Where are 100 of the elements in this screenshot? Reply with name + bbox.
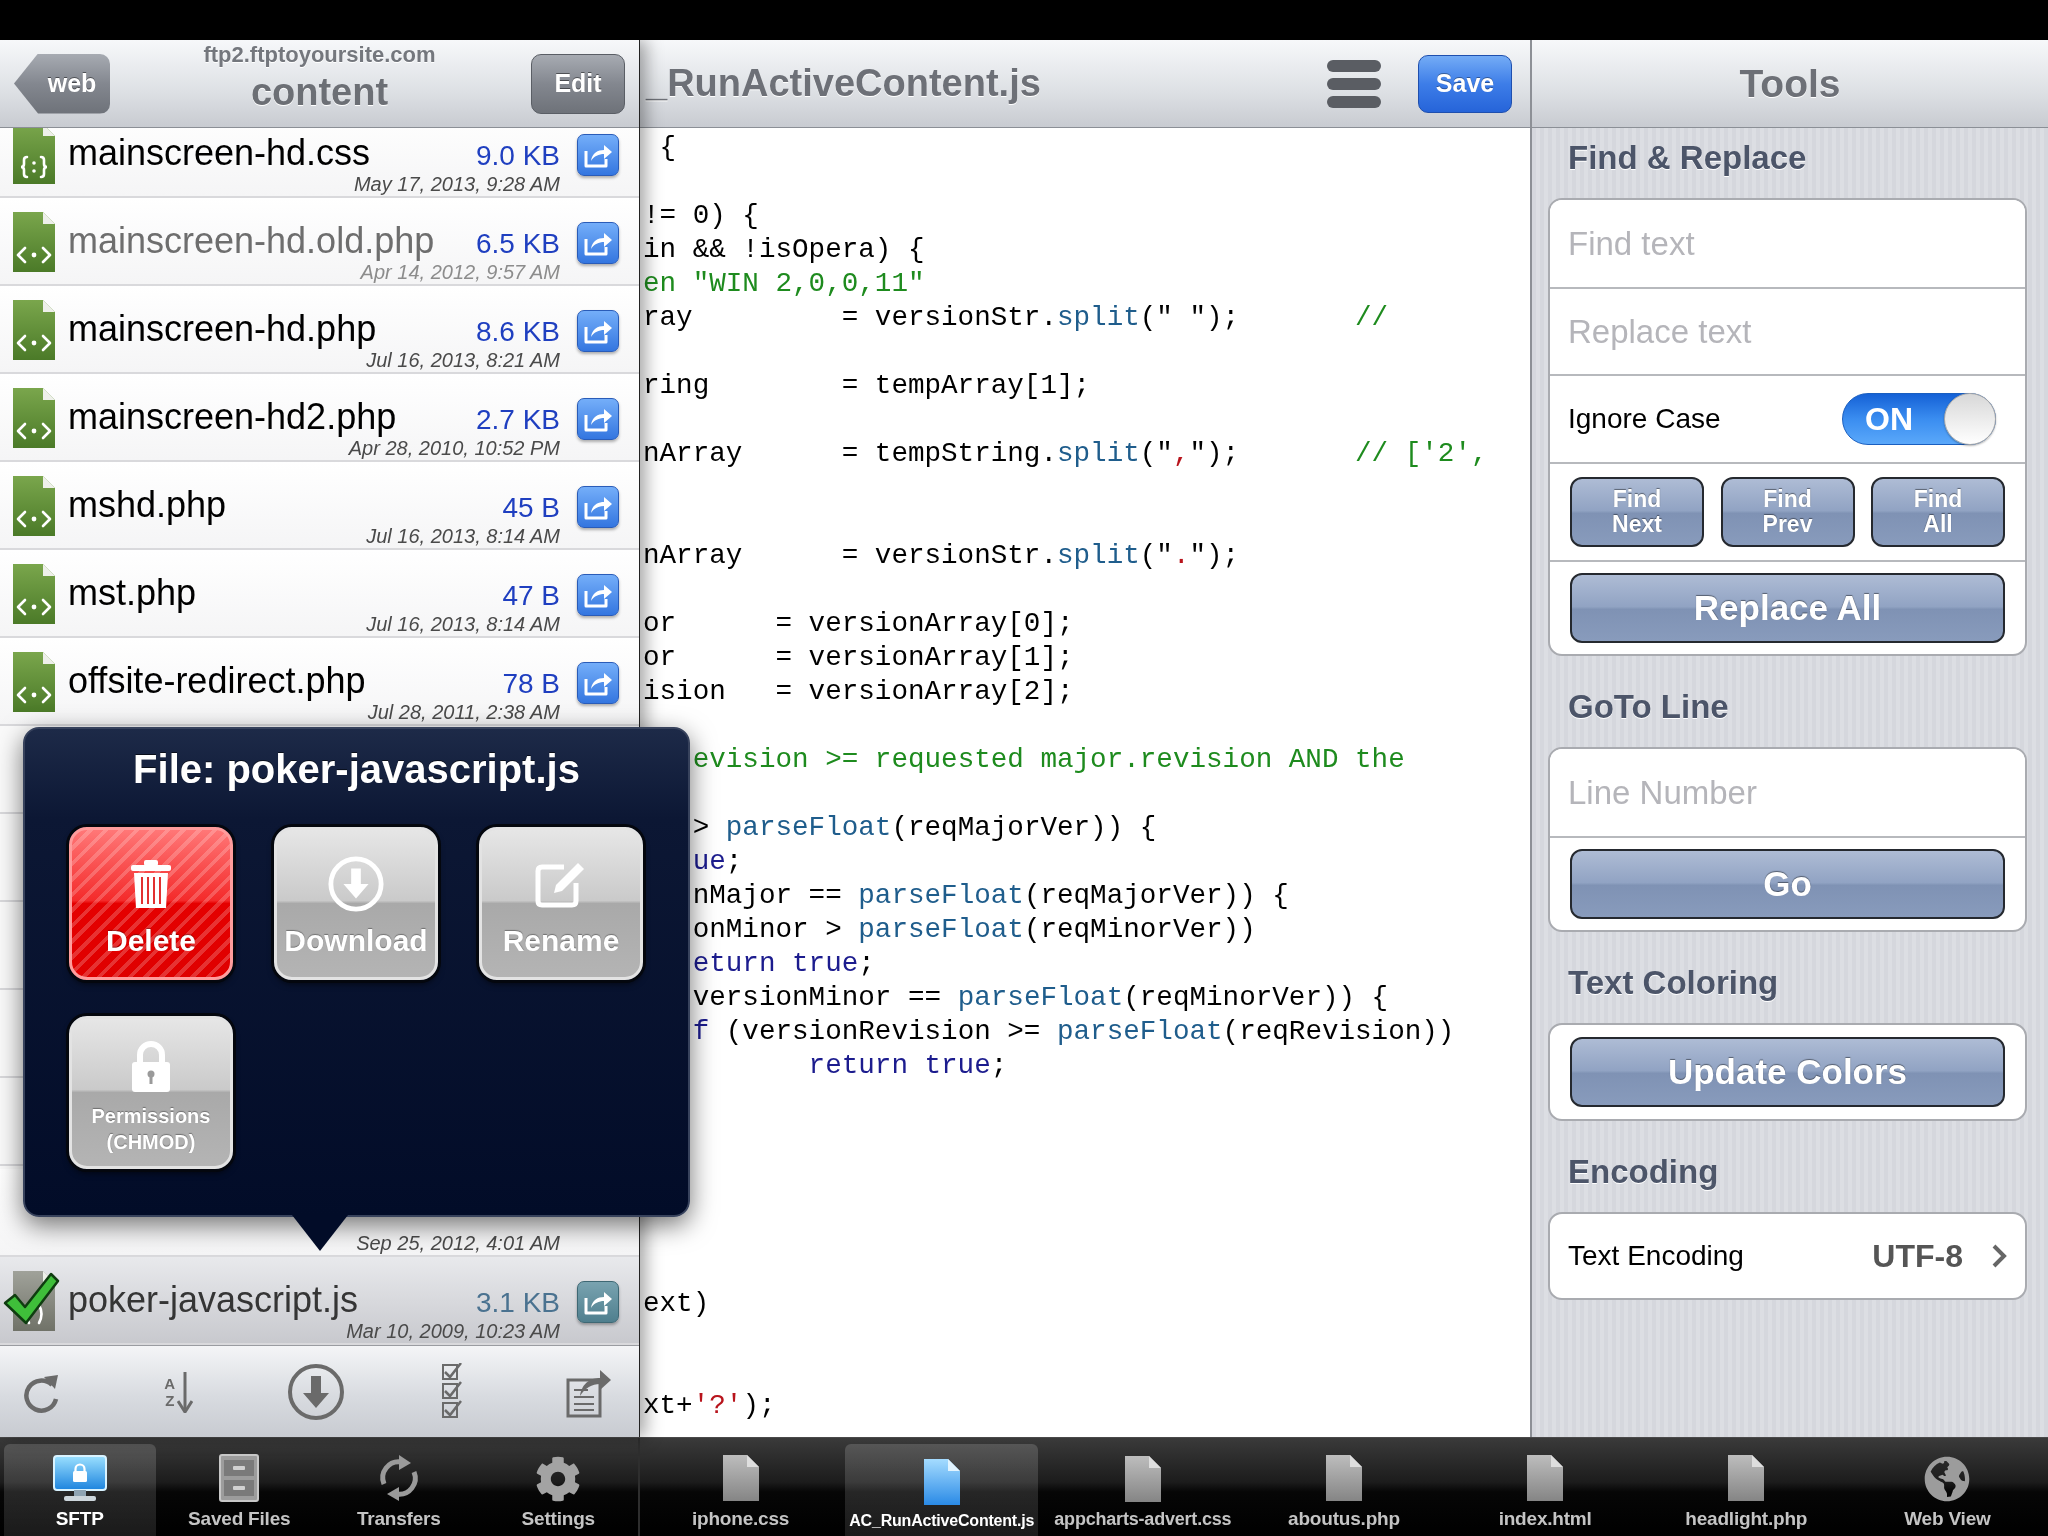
back-button[interactable]: web [14,53,110,114]
code-document-icon [13,564,55,624]
tab-bar-item[interactable]: iphone.css [644,1444,838,1536]
arrow-down-icon [177,1370,194,1413]
code-document-icon [13,128,55,184]
file-date: May 17, 2013, 9:28 AM [353,172,560,196]
text-input[interactable]: Replace text [1568,307,2007,356]
code-line: { [659,131,677,165]
file-row[interactable]: poker-javascript.js 3.1 KB Mar 10, 2009, 10:23 AM [0,1257,639,1345]
tab-bar-item[interactable]: Web View [1850,1444,2044,1536]
code-document-icon [13,388,55,448]
document-icon [1325,1454,1363,1502]
tab-bar-item[interactable]: Transfers [323,1444,475,1536]
code-document-icon [13,212,55,272]
file-date: Mar 10, 2009, 10:23 AM [346,1320,560,1343]
share-button[interactable] [577,310,619,352]
code-line: ision = versionArray[2]; [643,675,1074,709]
text-input[interactable]: Find text [1568,219,2007,268]
file-row[interactable]: mainscreen-hd.old.php 6.5 KB Apr 14, 2012, 9:57 AM [0,198,639,286]
tab-bar-item[interactable]: index.html [1448,1444,1642,1536]
code-line: or = versionArray[0]; [643,607,1074,641]
share-button[interactable] [577,398,619,440]
file-row[interactable]: mainscreen-hd.css 9.0 KB May 17, 2013, 9:28 AM [0,128,639,198]
file-name: mst.php [68,572,197,614]
document-icon [1123,1455,1162,1503]
share-icon [583,142,613,168]
chevron-icon[interactable] [1991,1243,2007,1269]
tab-bar-item[interactable]: AC_RunActiveContent.js [845,1444,1039,1536]
file-date: Sep 25, 2012, 4:01 AM [356,1231,560,1255]
file-size: 45 B [502,492,560,524]
file-date: Apr 28, 2010, 10:52 PM [348,437,560,460]
share-icon [583,230,613,256]
file-name: mainscreen-hd2.php [68,396,397,438]
share-button[interactable] [577,1281,619,1323]
file-name: mainscreen-hd.css [68,132,371,174]
file-date: Apr 14, 2012, 9:57 AM [360,261,560,284]
tab-bar-item[interactable]: Settings [482,1444,634,1536]
save-button[interactable]: Save [1418,54,1512,113]
code-document-icon [13,652,55,712]
file-row[interactable]: mainscreen-hd2.php 2.7 KB Apr 28, 2010, 10:52 PM [0,374,639,462]
check-icon [2,1271,60,1327]
file-row[interactable]: mst.php 47 B Jul 16, 2013, 8:14 AM [0,550,639,638]
share-icon [583,318,613,344]
code-line: in && !isOpera) { [643,233,925,267]
file-size: 6.5 KB [475,228,560,260]
globe-icon [1924,1456,1971,1502]
folder-title: content [250,72,389,112]
file-name: poker-javascript.js [68,1279,359,1321]
file-name: mshd.php [68,484,227,526]
download-icon [327,855,385,913]
code-line: nArray = versionStr.split("."); [643,539,1240,573]
file-name: offsite-redirect.php [68,660,366,702]
file-row[interactable]: mshd.php 45 B Jul 16, 2013, 8:14 AM [0,462,639,550]
file-row[interactable]: mainscreen-hd.php 8.6 KB Jul 16, 2013, 8:21 AM [0,286,639,374]
file-size: 78 B [502,668,560,700]
file-row[interactable]: offsite-redirect.php 78 B Jul 28, 2011, 2:38 AM [0,638,639,726]
edit-button[interactable]: Edit [531,53,625,114]
switch-label: Ignore Case [1568,403,1721,435]
tab-bar-item[interactable]: headlight.php [1649,1444,1843,1536]
code-line: > parseFloat(reqMajorVer)) { [692,811,1157,845]
setting-value[interactable]: UTF-8 [1872,1237,1963,1275]
setting-label: Text Encoding [1568,1240,1744,1272]
code-line: ray = versionStr.split(" "); // [643,301,1389,335]
menu-icon[interactable] [1326,58,1382,109]
code-line: xt+'?'); [643,1389,776,1423]
code-line: return true; [808,1049,1008,1083]
document-icon [721,1454,760,1502]
popover-arrow [292,1215,348,1251]
tab-bar-item[interactable]: aboutus.php [1247,1444,1441,1536]
monitor-icon [51,1454,108,1502]
code-line: en "WIN 2,0,0,11" [643,267,925,301]
lock-icon [130,1041,172,1093]
share-button[interactable] [577,134,619,176]
section-heading: Text Coloring [1568,963,1779,1003]
download-button[interactable] [285,1361,346,1422]
code-line: onMinor > parseFloat(reqMinorVer)) [692,913,1256,947]
cabinet-icon [219,1454,260,1502]
file-size: 3.1 KB [475,1287,560,1319]
text-input[interactable]: Line Number [1568,768,2007,817]
tab-bar-item[interactable]: SFTP [4,1444,156,1536]
share-icon [583,1289,613,1315]
file-name: mainscreen-hd.php [68,308,377,350]
share-button[interactable] [577,574,619,616]
file-date: Jul 16, 2013, 8:14 AM [366,524,560,548]
code-document-icon [13,476,55,536]
download-icon [286,1362,345,1421]
share-button[interactable] [577,662,619,704]
tab-bar-item[interactable]: Saved Files [163,1444,315,1536]
share-button[interactable] [577,486,619,528]
trash-icon [130,859,172,909]
code-line: ue; [692,845,743,879]
share-icon [583,582,613,608]
share-button[interactable] [577,222,619,264]
file-date: Jul 28, 2011, 2:38 AM [367,700,560,724]
code-line: != 0) { [643,199,759,233]
sort-button[interactable]: A Z [148,1361,209,1422]
delete-button[interactable]: Delete [69,827,233,980]
file-title: _RunActiveContent.js [646,62,1042,105]
tab-bar-item[interactable]: appcharts-advert.css [1046,1444,1240,1536]
code-line: ext) [643,1287,710,1321]
